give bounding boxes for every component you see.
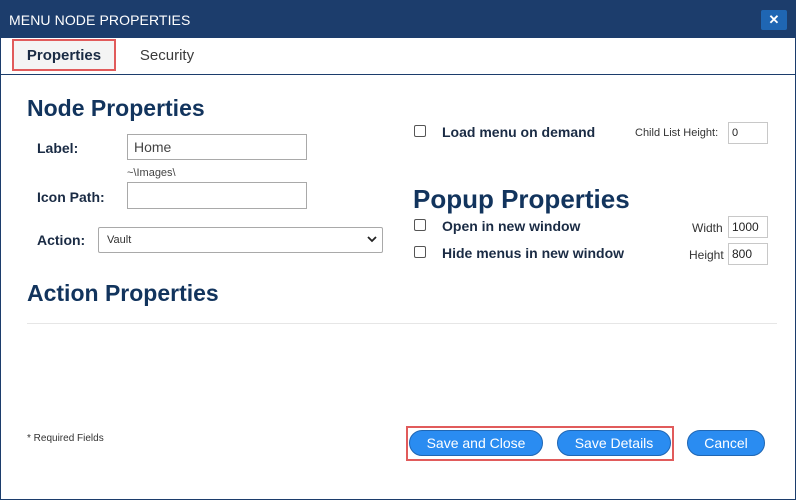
width-input[interactable] <box>728 216 768 238</box>
chevron-down-icon <box>366 232 378 248</box>
tab-security[interactable]: Security <box>127 38 207 73</box>
popup-properties-heading: Popup Properties <box>413 184 630 214</box>
icon-path-input[interactable] <box>127 182 307 209</box>
height-input[interactable] <box>728 243 768 265</box>
open-new-window-checkbox[interactable] <box>414 219 426 231</box>
action-properties-heading: Action Properties <box>27 280 219 306</box>
tab-properties[interactable]: Properties <box>12 39 116 71</box>
menu-node-properties-dialog: MENU NODE PROPERTIES ✕ Properties Securi… <box>0 0 796 500</box>
load-on-demand-checkbox[interactable] <box>414 125 426 137</box>
icon-path-hint: ~\Images\ <box>127 167 176 179</box>
required-fields-note: * Required Fields <box>27 433 104 444</box>
tab-bar: Properties Security <box>1 38 795 75</box>
open-new-window-label: Open in new window <box>442 218 581 234</box>
label-input[interactable] <box>127 134 307 160</box>
child-list-height-input[interactable] <box>728 122 768 144</box>
hide-menus-checkbox[interactable] <box>414 246 426 258</box>
width-label: Width <box>692 221 723 235</box>
action-selected-value: Vault <box>107 234 132 246</box>
action-select[interactable]: Vault <box>98 227 383 253</box>
action-label: Action: <box>37 232 86 248</box>
window-title: MENU NODE PROPERTIES <box>9 12 191 28</box>
save-details-button[interactable]: Save Details <box>557 430 671 456</box>
close-button[interactable]: ✕ <box>761 10 787 30</box>
label-field-label: Label: <box>37 140 79 156</box>
icon-path-label: Icon Path: <box>37 189 105 205</box>
hide-menus-label: Hide menus in new window <box>442 245 625 261</box>
cancel-button[interactable]: Cancel <box>687 430 765 456</box>
height-label: Height <box>689 248 724 262</box>
node-properties-heading: Node Properties <box>27 95 205 121</box>
load-on-demand-label: Load menu on demand <box>442 124 596 140</box>
section-divider <box>27 323 777 324</box>
save-and-close-button[interactable]: Save and Close <box>409 430 543 456</box>
close-icon: ✕ <box>768 12 780 27</box>
child-list-height-label: Child List Height: <box>635 127 719 139</box>
title-bar: MENU NODE PROPERTIES ✕ <box>1 1 795 38</box>
